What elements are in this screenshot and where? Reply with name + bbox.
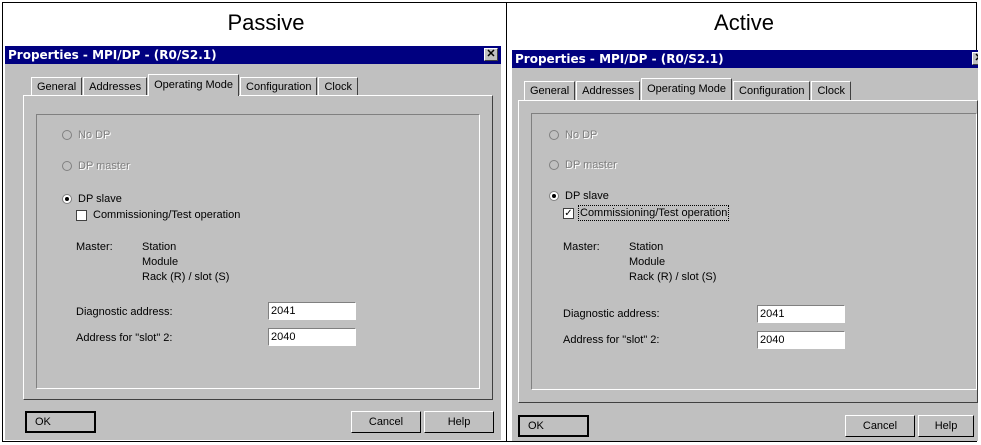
commissioning-checkbox[interactable]: ✓ xyxy=(563,207,574,219)
dp-master-label: DP master xyxy=(565,159,617,171)
option-dp-slave[interactable]: DP slave xyxy=(549,190,609,202)
master-rack-slot: Rack (R) / slot (S) xyxy=(142,271,230,283)
active-title-text: Properties - MPI/DP - (R0/S2.1) xyxy=(515,52,724,66)
tab-operating-mode[interactable]: Operating Mode xyxy=(641,78,733,100)
ok-button[interactable]: OK xyxy=(518,415,589,437)
passive-dialog: Properties - MPI/DP - (R0/S2.1) ✕ Genera… xyxy=(5,46,501,440)
master-rack-slot: Rack (R) / slot (S) xyxy=(629,271,717,283)
no-dp-label: No DP xyxy=(565,129,598,141)
dp-master-radio[interactable] xyxy=(62,161,72,171)
commissioning-checkbox[interactable] xyxy=(76,209,87,221)
slot-address-label: Address for "slot" 2: xyxy=(76,332,173,344)
tab-clock[interactable]: Clock xyxy=(811,81,851,100)
diagnostic-address-label: Diagnostic address: xyxy=(563,308,660,320)
commissioning-option[interactable]: Commissioning/Test operation xyxy=(76,209,240,221)
tab-general[interactable]: General xyxy=(31,77,83,96)
close-icon[interactable]: ✕ xyxy=(484,48,498,61)
tab-clock[interactable]: Clock xyxy=(318,77,358,96)
passive-tab-panel: No DP DP master DP slave Commissioning/T… xyxy=(23,95,493,400)
option-dp-master[interactable]: DP master xyxy=(549,159,617,171)
master-label: Master: xyxy=(563,241,600,253)
dp-slave-radio[interactable] xyxy=(62,194,72,204)
tab-configuration[interactable]: Configuration xyxy=(240,77,318,96)
active-tab-panel: No DP DP master DP slave ✓ Commissioning… xyxy=(518,100,978,403)
diagnostic-address-label: Diagnostic address: xyxy=(76,306,173,318)
active-tab-strip: General Addresses Operating Mode Configu… xyxy=(524,78,852,100)
passive-tab-strip: General Addresses Operating Mode Configu… xyxy=(31,74,359,96)
commissioning-label: Commissioning/Test operation xyxy=(93,209,241,221)
commissioning-option[interactable]: ✓ Commissioning/Test operation xyxy=(563,205,730,221)
dp-slave-label: DP slave xyxy=(78,193,122,205)
close-icon[interactable]: ✕ xyxy=(972,52,978,65)
tab-general[interactable]: General xyxy=(524,81,576,100)
diagnostic-address-input[interactable]: 2041 xyxy=(757,305,845,323)
diagnostic-address-input[interactable]: 2041 xyxy=(268,302,356,320)
tab-addresses[interactable]: Addresses xyxy=(83,77,148,96)
slot-address-input[interactable]: 2040 xyxy=(268,328,356,346)
no-dp-radio[interactable] xyxy=(549,130,559,140)
dp-slave-label: DP slave xyxy=(565,190,609,202)
dp-slave-radio[interactable] xyxy=(549,191,559,201)
master-station: Station xyxy=(142,241,177,253)
figure-divider xyxy=(506,2,507,442)
slot-address-label: Address for "slot" 2: xyxy=(563,334,660,346)
help-button[interactable]: Help xyxy=(424,411,494,433)
dp-master-label: DP master xyxy=(78,160,130,172)
dp-master-radio[interactable] xyxy=(549,160,559,170)
master-module: Module xyxy=(142,256,179,268)
master-station: Station xyxy=(629,241,664,253)
commissioning-label: Commissioning/Test operation xyxy=(577,205,730,221)
cancel-button[interactable]: Cancel xyxy=(351,411,421,433)
option-dp-master[interactable]: DP master xyxy=(62,160,130,172)
active-caption: Active xyxy=(714,10,774,35)
tab-configuration[interactable]: Configuration xyxy=(733,81,811,100)
tab-addresses[interactable]: Addresses xyxy=(576,81,641,100)
slot-address-input[interactable]: 2040 xyxy=(757,331,845,349)
active-dialog: Properties - MPI/DP - (R0/S2.1) ✕ Genera… xyxy=(512,50,978,441)
option-no-dp[interactable]: No DP xyxy=(62,129,110,141)
help-button[interactable]: Help xyxy=(918,415,974,437)
no-dp-label: No DP xyxy=(78,129,111,141)
no-dp-radio[interactable] xyxy=(62,130,72,140)
option-no-dp[interactable]: No DP xyxy=(549,129,597,141)
passive-caption: Passive xyxy=(227,10,305,35)
active-title-bar: Properties - MPI/DP - (R0/S2.1) xyxy=(512,50,978,68)
tab-operating-mode[interactable]: Operating Mode xyxy=(148,74,240,96)
passive-title-text: Properties - MPI/DP - (R0/S2.1) xyxy=(8,48,217,62)
cancel-button[interactable]: Cancel xyxy=(845,415,915,437)
passive-title-bar: Properties - MPI/DP - (R0/S2.1) xyxy=(5,46,501,64)
master-module: Module xyxy=(629,256,666,268)
master-label: Master: xyxy=(76,241,113,253)
option-dp-slave[interactable]: DP slave xyxy=(62,193,122,205)
ok-button[interactable]: OK xyxy=(25,411,96,433)
